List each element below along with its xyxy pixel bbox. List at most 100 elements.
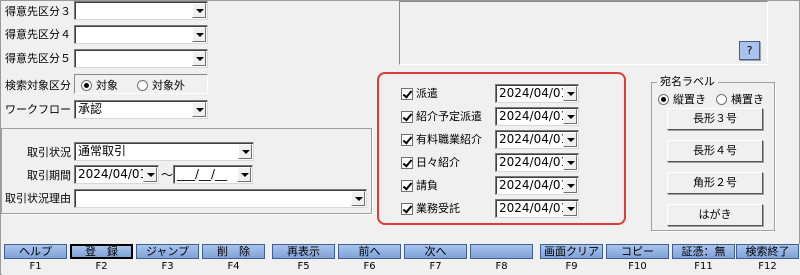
checkbox-yuryo[interactable] xyxy=(401,134,413,146)
f7-next-button[interactable]: 次へ xyxy=(404,244,467,259)
f6-key-label: F6 xyxy=(363,261,376,272)
chevron-down-icon[interactable] xyxy=(143,167,157,182)
f9-key-label: F9 xyxy=(565,261,578,272)
memo-area[interactable] xyxy=(399,1,768,65)
chevron-down-icon[interactable] xyxy=(238,144,252,159)
tilde-separator: ～ xyxy=(161,168,174,182)
item-label-shokai-yotei: 紹介予定派遣 xyxy=(416,110,482,123)
radio-target-label: 対象 xyxy=(96,79,118,92)
f2-key-label: F2 xyxy=(95,261,108,272)
chevron-down-icon[interactable] xyxy=(237,167,251,182)
item-label-haken: 派遣 xyxy=(416,87,438,100)
radio-horizontal[interactable]: 横置き xyxy=(716,91,764,107)
workflow-select[interactable]: 承認 xyxy=(74,100,208,119)
f1-key-label: F1 xyxy=(29,261,42,272)
txn-period-from-value: 2024/04/01 xyxy=(78,167,148,181)
date-select-yuryo[interactable]: 2024/04/01 xyxy=(495,130,579,149)
workflow-value: 承認 xyxy=(78,102,103,116)
f8-button[interactable] xyxy=(470,244,533,259)
date-value: 2024/04/01 xyxy=(499,86,569,100)
chevron-down-icon[interactable] xyxy=(563,109,577,124)
function-key-bar: ヘルプ 登 録 ジャンプ 削 除 再表示 前へ 次へ 画面クリア コピー 証憑：… xyxy=(2,244,800,275)
date-select-haken[interactable]: 2024/04/01 xyxy=(495,84,579,103)
chevron-down-icon[interactable] xyxy=(563,86,577,101)
f1-help-button[interactable]: ヘルプ xyxy=(4,244,67,259)
date-value: 2024/04/01 xyxy=(499,201,569,215)
txn-reason-select[interactable] xyxy=(74,189,367,208)
naga4-button[interactable]: 長形４号 xyxy=(667,140,763,162)
radio-target[interactable]: 対象 xyxy=(81,77,118,93)
radio-vertical[interactable]: 縦置き xyxy=(658,91,706,107)
help-button[interactable]: ? xyxy=(739,41,760,60)
checkbox-hibi[interactable] xyxy=(401,157,413,169)
txn-period-to[interactable]: ___/__/__ xyxy=(173,165,253,184)
txn-period-from[interactable]: 2024/04/01 xyxy=(74,165,159,184)
chevron-down-icon[interactable] xyxy=(192,102,206,117)
checkbox-shokai-yotei[interactable] xyxy=(401,111,413,123)
chevron-down-icon[interactable] xyxy=(192,3,206,18)
f8-key-label: F8 xyxy=(495,261,508,272)
chevron-down-icon[interactable] xyxy=(563,201,577,216)
f2-register-button[interactable]: 登 録 xyxy=(70,244,133,259)
radio-vertical-label: 縦置き xyxy=(673,93,706,106)
item-label-gyomu: 業務受託 xyxy=(416,202,460,215)
chevron-down-icon[interactable] xyxy=(351,191,365,206)
chevron-down-icon[interactable] xyxy=(192,27,206,42)
date-value: 2024/04/01 xyxy=(499,178,569,192)
txn-period-to-value: ___/__/__ xyxy=(177,167,228,181)
f4-delete-button[interactable]: 削 除 xyxy=(202,244,265,259)
chevron-down-icon[interactable] xyxy=(563,132,577,147)
txn-status-select[interactable]: 通常取引 xyxy=(74,142,254,161)
txn-reason-label: 取引状況理由 xyxy=(5,192,71,205)
checkbox-ukeoi[interactable] xyxy=(401,180,413,192)
f11-evidence-button[interactable]: 証憑：無 xyxy=(672,244,735,259)
item-label-hibi: 日々紹介 xyxy=(416,156,460,169)
date-select-shokai-yotei[interactable]: 2024/04/01 xyxy=(495,107,579,126)
txn-status-value: 通常取引 xyxy=(78,144,127,158)
radio-icon[interactable] xyxy=(81,80,92,91)
f10-copy-button[interactable]: コピー xyxy=(606,244,669,259)
radio-icon[interactable] xyxy=(137,80,148,91)
search-target-group: 対象 対象外 xyxy=(74,74,208,94)
f6-prev-button[interactable]: 前へ xyxy=(338,244,401,259)
f4-key-label: F4 xyxy=(227,261,240,272)
checkbox-haken[interactable] xyxy=(401,88,413,100)
txn-period-label: 取引期間 xyxy=(27,169,71,182)
naga3-button[interactable]: 長形３号 xyxy=(667,108,763,130)
cust-class3-select[interactable] xyxy=(74,1,208,20)
date-select-hibi[interactable]: 2024/04/01 xyxy=(495,153,579,172)
workflow-label: ワークフロー xyxy=(5,103,71,116)
f11-key-label: F11 xyxy=(694,261,713,272)
window-frame: 得意先区分３ 得意先区分４ 得意先区分５ 検索対象区分 対象 対象外 ワークフロ… xyxy=(0,0,800,275)
f3-key-label: F3 xyxy=(161,261,174,272)
f3-jump-button[interactable]: ジャンプ xyxy=(136,244,199,259)
kaku2-button[interactable]: 角形２号 xyxy=(667,172,763,194)
f12-exit-search-button[interactable]: 検索終了 xyxy=(736,244,799,259)
cust-class5-select[interactable] xyxy=(74,49,208,68)
radio-icon[interactable] xyxy=(658,94,669,105)
chevron-down-icon[interactable] xyxy=(563,178,577,193)
date-value: 2024/04/01 xyxy=(499,155,569,169)
chevron-down-icon[interactable] xyxy=(192,51,206,66)
cust-class4-select[interactable] xyxy=(74,25,208,44)
f7-key-label: F7 xyxy=(429,261,442,272)
date-select-gyomu[interactable]: 2024/04/01 xyxy=(495,199,579,218)
date-select-ukeoi[interactable]: 2024/04/01 xyxy=(495,176,579,195)
address-label-title: 宛名ラベル xyxy=(657,75,718,89)
f12-key-label: F12 xyxy=(758,261,777,272)
f10-key-label: F10 xyxy=(628,261,647,272)
f5-refresh-button[interactable]: 再表示 xyxy=(272,244,335,259)
search-target-label: 検索対象区分 xyxy=(5,79,71,92)
cust-class3-label: 得意先区分３ xyxy=(5,5,71,18)
radio-horizontal-label: 横置き xyxy=(731,93,764,106)
radio-icon[interactable] xyxy=(716,94,727,105)
date-value: 2024/04/01 xyxy=(499,109,569,123)
checkbox-gyomu[interactable] xyxy=(401,203,413,215)
item-label-yuryo: 有料職業紹介 xyxy=(416,133,482,146)
chevron-down-icon[interactable] xyxy=(563,155,577,170)
radio-non-target[interactable]: 対象外 xyxy=(137,77,185,93)
f5-key-label: F5 xyxy=(297,261,310,272)
f9-clear-button[interactable]: 画面クリア xyxy=(540,244,603,259)
radio-non-target-label: 対象外 xyxy=(152,79,185,92)
hagaki-button[interactable]: はがき xyxy=(667,204,763,226)
